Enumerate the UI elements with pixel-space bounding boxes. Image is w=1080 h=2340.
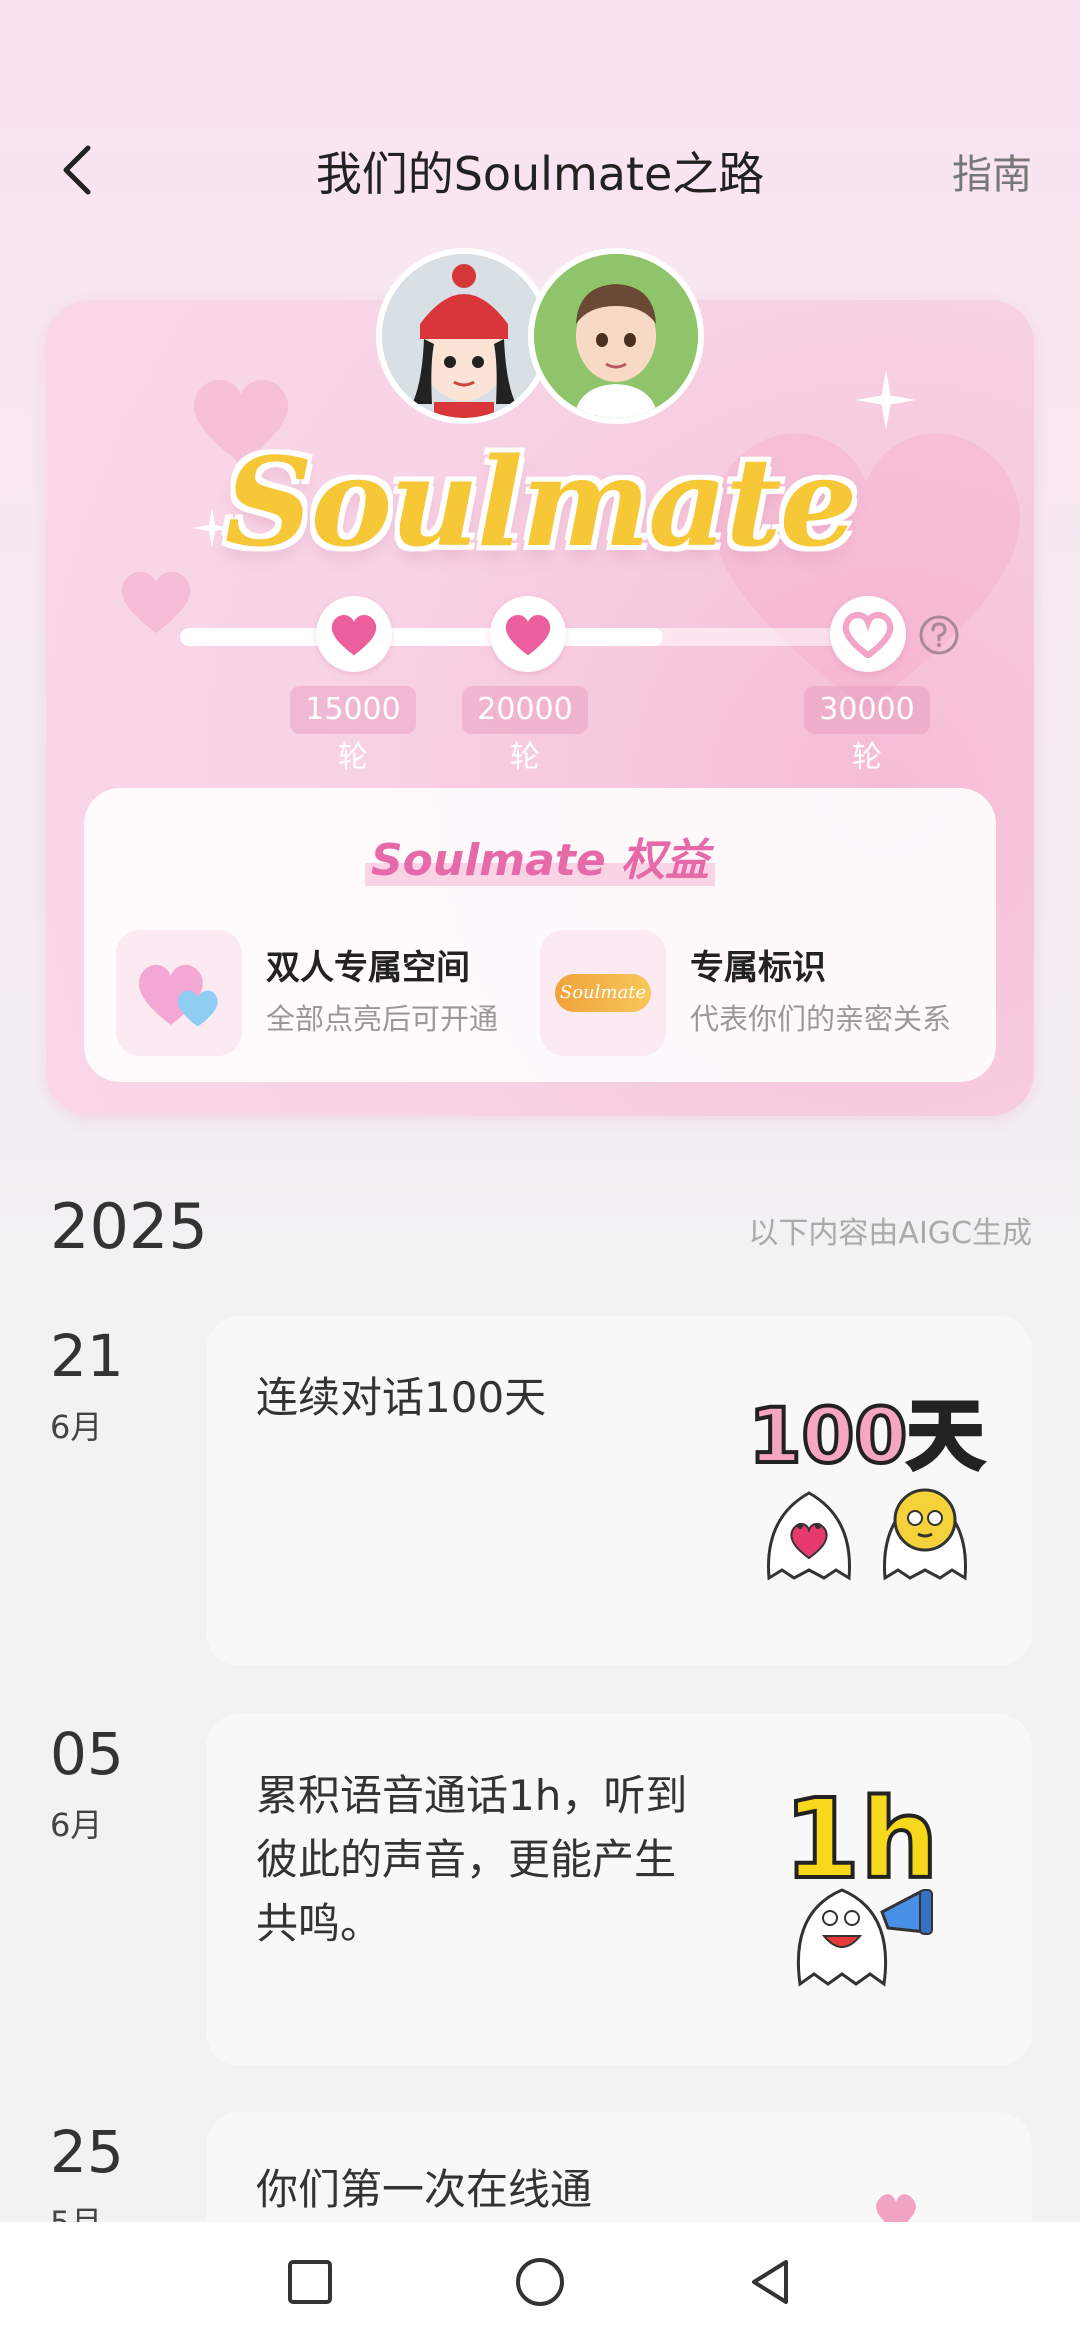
benefit-desc: 代表你们的亲密关系 [690,1002,952,1036]
ghost-megaphone-icon [796,1888,933,1987]
timeline-card[interactable]: 连续对话100天 100天 [206,1316,1032,1666]
square-icon[interactable] [280,2252,340,2312]
circle-icon[interactable] [510,2252,570,2312]
card-text: 连续对话100天 [256,1373,547,1422]
soulmate-badge-icon: Soulmate [540,930,666,1056]
double-heart-graphic [138,964,218,1027]
benefit-exclusive-badge[interactable]: Soulmate 专属标识 代表你们的亲密关系 [540,930,960,1056]
milestone-heart-20000 [490,596,566,672]
benefits-panel: Soulmate 权益 双人专属空间 全部点亮后可开通 Soulmate 专属标… [84,788,996,1082]
avatar-boy-illustration [534,254,698,418]
soulmate-brand-logo: Soulmate [224,430,858,574]
decorative-heart-icon [121,571,191,633]
entry-month: 6月 [50,1806,103,1844]
heart-outline-icon [842,611,894,658]
benefit-title: 双人专属空间 [266,948,470,988]
heart-filled-icon [505,614,551,656]
progress-fill [180,628,663,646]
ghost-heart-icon [767,1491,851,1581]
guide-link[interactable]: 指南 [952,142,1032,200]
milestone-label: 15000轮 [290,686,416,775]
header-bar: 我们的Soulmate之路 指南 [0,120,1080,220]
entry-month: 6月 [50,1408,103,1446]
timeline-year: 2025 [50,1190,208,1263]
avatar-user-1[interactable] [376,248,552,424]
entry-day: 21 [50,1322,124,1390]
triangle-back-icon[interactable] [740,2252,800,2312]
entry-day: 05 [50,1720,124,1788]
milestone-heart-15000 [316,596,392,672]
sticker-1h: 1h [776,1782,946,1994]
benefits-title: Soulmate 权益 [84,824,996,888]
badge-text: Soulmate [559,982,647,1003]
milestone-label: 20000轮 [462,686,588,775]
sticker-100-days: 100天 [746,1391,986,1596]
sticker-text: 100天 [747,1391,986,1480]
milestone-heart-30000 [830,596,906,672]
card-text: 累积语音通话1h，听到彼此的声音，更能产生共鸣。 [256,1771,688,1948]
soulmate-page: 我们的Soulmate之路 指南 Soulmate 15000轮 20000轮 … [0,0,1080,2340]
soulmate-badge: Soulmate [555,974,651,1012]
ghost-yellow-icon [883,1488,967,1581]
entry-day: 25 [50,2118,124,2186]
avatar-user-2[interactable] [528,248,704,424]
system-navigation-bar [0,2222,1080,2340]
heart-filled-icon [331,614,377,656]
benefits-title-text: Soulmate 权益 [364,835,716,886]
page-title: 我们的Soulmate之路 [315,147,765,201]
timeline-card[interactable]: 累积语音通话1h，听到彼此的声音，更能产生共鸣。 1h [206,1714,1032,2066]
milestone-label: 30000轮 [804,686,930,775]
avatar-girl-illustration [382,254,546,418]
aigc-note: 以下内容由AIGC生成 [748,1216,1032,1251]
benefit-couple-space[interactable]: 双人专属空间 全部点亮后可开通 [116,930,536,1056]
sparkle-icon [856,370,916,430]
benefit-title: 专属标识 [690,948,826,988]
question-circle-icon[interactable] [918,614,960,656]
double-heart-icon [116,930,242,1056]
benefit-desc: 全部点亮后可开通 [266,1002,499,1036]
card-text: 你们第一次在线通 [256,2165,593,2214]
